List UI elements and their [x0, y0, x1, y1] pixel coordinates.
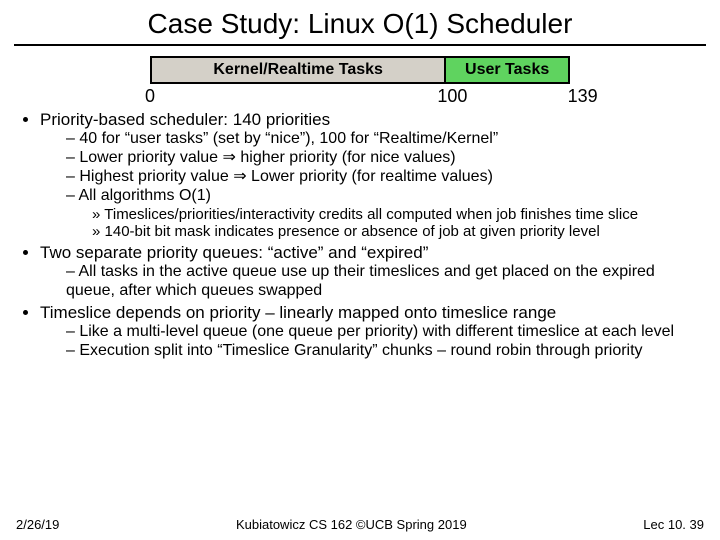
bullet-2: Two separate priority queues: “active” a… — [40, 243, 702, 301]
footer-date: 2/26/19 — [16, 517, 59, 532]
bullet-3: Timeslice depends on priority – linearly… — [40, 303, 702, 361]
bullet-1b: Lower priority value ⇒ higher priority (… — [66, 149, 702, 168]
body-content: Priority-based scheduler: 140 priorities… — [0, 110, 720, 361]
kernel-tasks-cell: Kernel/Realtime Tasks — [152, 58, 446, 82]
bullet-1c: Highest priority value ⇒ Lower priority … — [66, 168, 702, 187]
bullet-1d: All algorithms O(1) Timeslices/prioritie… — [66, 187, 702, 241]
prio-num-0: 0 — [145, 86, 155, 107]
slide-title: Case Study: Linux O(1) Scheduler — [0, 0, 720, 44]
bullet-1d2: 140-bit bit mask indicates presence or a… — [92, 223, 702, 241]
bullet-3a: Like a multi-level queue (one queue per … — [66, 323, 702, 342]
priority-bar: Kernel/Realtime Tasks User Tasks 0 100 1… — [150, 56, 570, 108]
footer-right: Lec 10. 39 — [643, 517, 704, 532]
bullet-2a: All tasks in the active queue use up the… — [66, 263, 702, 301]
footer-center: Kubiatowicz CS 162 ©UCB Spring 2019 — [236, 517, 467, 532]
title-rule — [14, 44, 706, 46]
bullet-1: Priority-based scheduler: 140 priorities… — [40, 110, 702, 241]
bullet-3b: Execution split into “Timeslice Granular… — [66, 342, 702, 361]
prio-num-139: 139 — [568, 86, 598, 107]
user-tasks-cell: User Tasks — [446, 58, 568, 82]
prio-num-100: 100 — [437, 86, 467, 107]
bullet-1a: 40 for “user tasks” (set by “nice”), 100… — [66, 130, 702, 149]
footer: 2/26/19 Kubiatowicz CS 162 ©UCB Spring 2… — [0, 517, 720, 532]
bullet-1d1: Timeslices/priorities/interactivity cred… — [92, 206, 702, 224]
